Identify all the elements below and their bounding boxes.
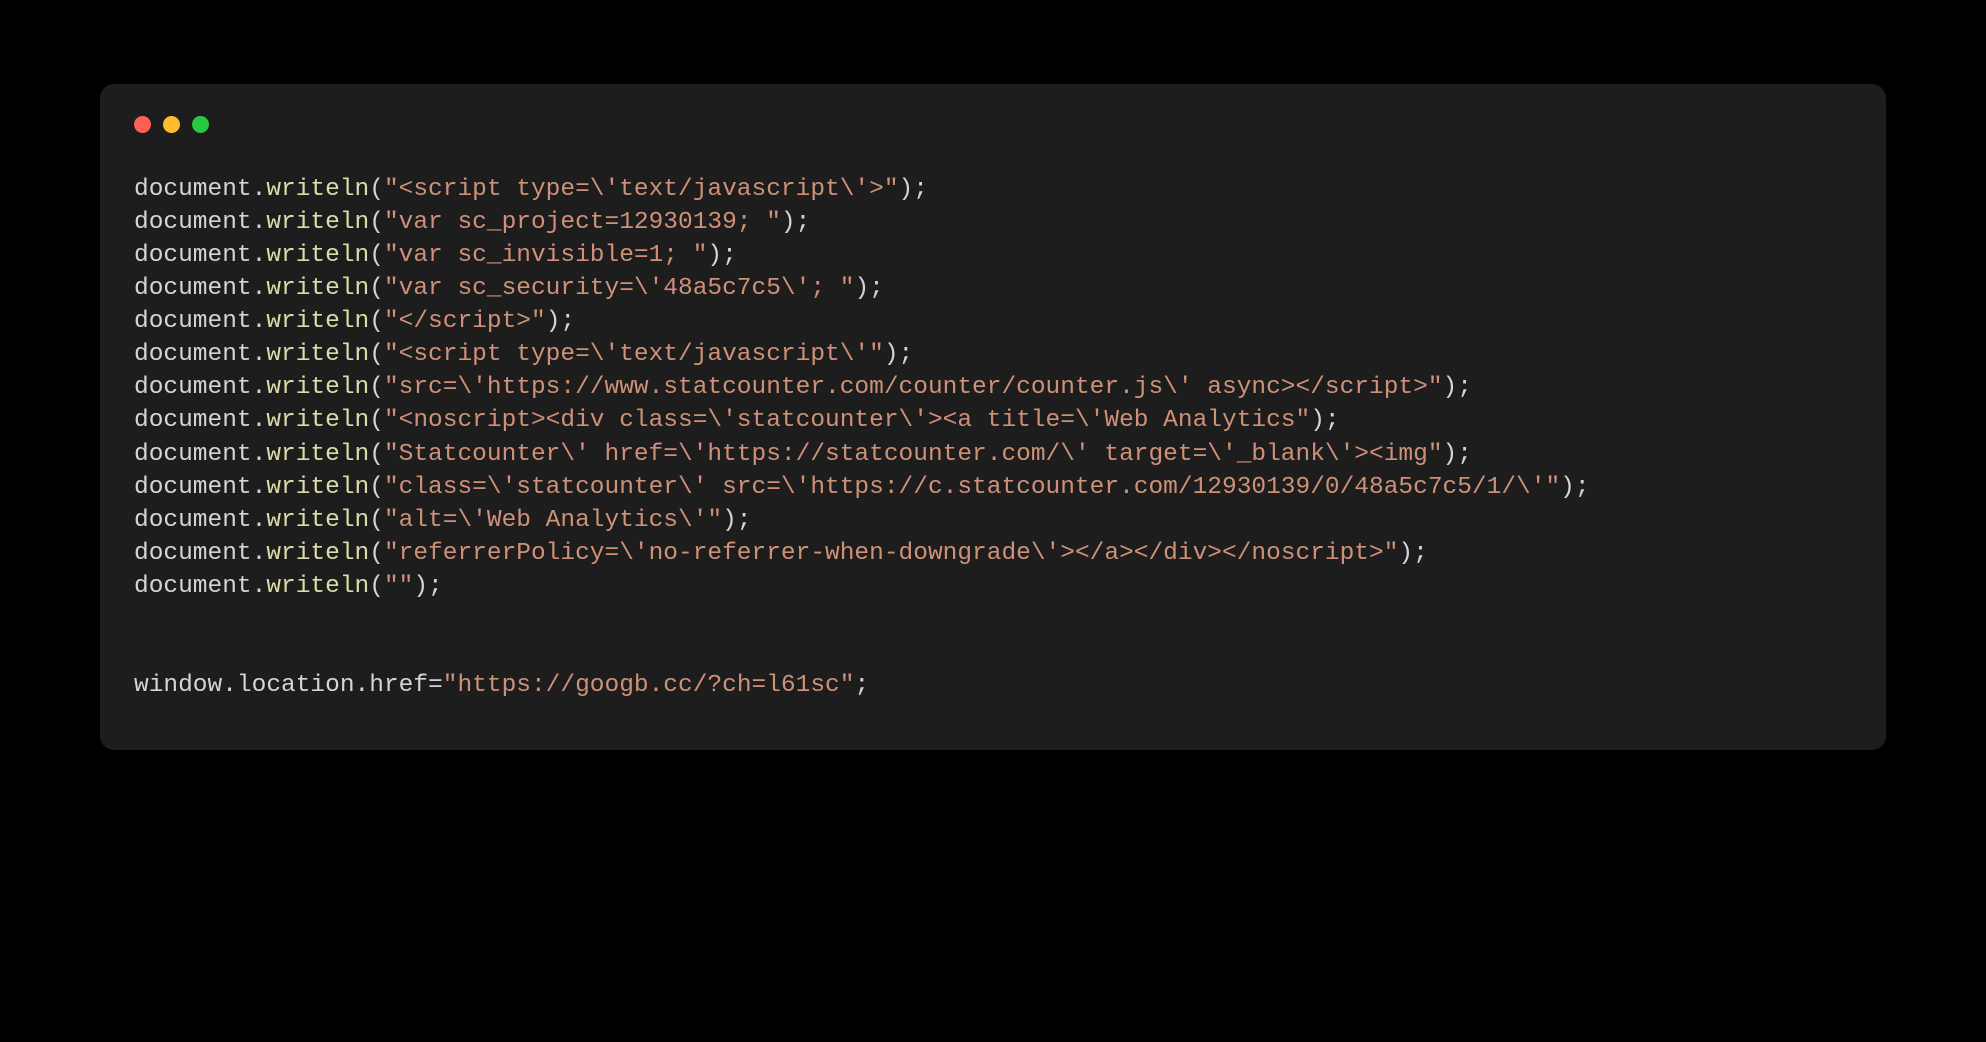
minimize-icon[interactable] xyxy=(163,116,180,133)
window-controls xyxy=(134,116,1852,133)
code-block: document.writeln("<script type=\'text/ja… xyxy=(134,173,1852,702)
code-window: document.writeln("<script type=\'text/ja… xyxy=(100,84,1886,750)
close-icon[interactable] xyxy=(134,116,151,133)
zoom-icon[interactable] xyxy=(192,116,209,133)
